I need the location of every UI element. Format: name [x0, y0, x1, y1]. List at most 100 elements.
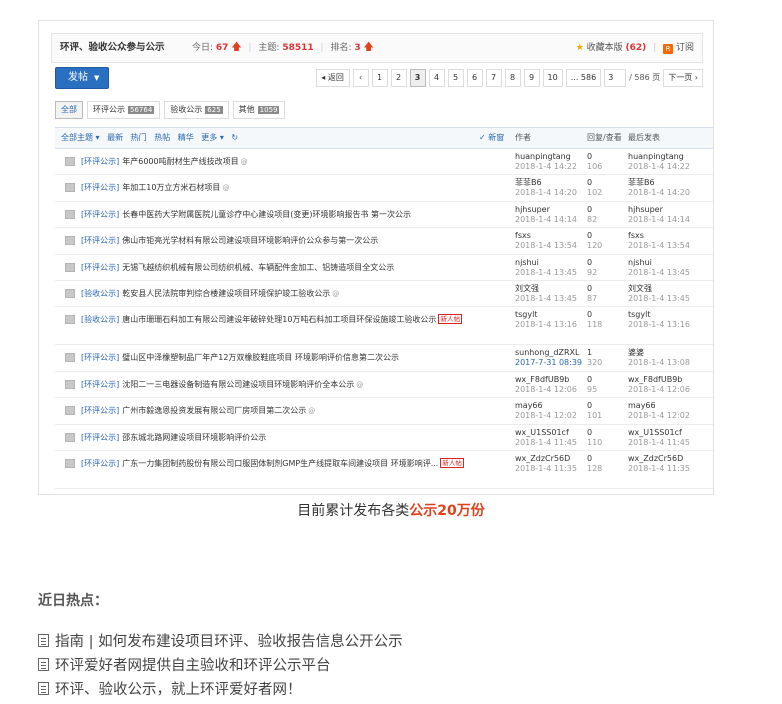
filter-all[interactable]: 全部 [55, 101, 83, 119]
author-name[interactable]: sunhong_dZRXL [515, 348, 582, 358]
sort-digest[interactable]: 精华 [178, 133, 194, 142]
author-name[interactable]: njshui [515, 258, 577, 268]
hot-link[interactable]: 环评、验收公示，就上环评爱好者网！ [38, 678, 403, 702]
page-link-current[interactable]: 3 [409, 69, 426, 87]
filter-eia-notice[interactable]: 环评公示 56764 [87, 101, 161, 119]
thread-category[interactable]: [环评公示] [81, 459, 119, 468]
thread-title[interactable]: 年产6000吨耐材生产线技改项目 [122, 157, 238, 166]
author-name[interactable]: 刘文强 [515, 284, 577, 294]
thread-title[interactable]: 邵东城北路网建设项目环境影响评价公示 [122, 433, 266, 442]
thread-category[interactable]: [环评公示] [81, 210, 119, 219]
author-name[interactable]: tsgylt [515, 310, 577, 320]
page-number-input[interactable]: 3 [604, 69, 627, 87]
last-post-date[interactable]: 2018-1-4 12:06 [628, 385, 690, 395]
thread-row[interactable]: [环评公示] 璧山区中泽橡塑制品厂年产12万双橡胶鞋底项目 环境影响评价信息第二次… [55, 345, 713, 372]
last-post-user[interactable]: may66 [628, 401, 690, 411]
author-name[interactable]: 菲菲B6 [515, 178, 577, 188]
refresh-icon[interactable]: ↻ [231, 133, 238, 142]
thread-category[interactable]: [环评公示] [81, 433, 119, 442]
page-link[interactable]: 7 [485, 69, 502, 87]
thread-row[interactable]: [环评公示] 邵东城北路网建设项目环境影响评价公示 wx_U1SS01cf 2018-… [55, 425, 713, 451]
author-name[interactable]: fsxs [515, 231, 577, 241]
hot-link[interactable]: 环评爱好者网提供自主验收和环评公示平台 [38, 654, 403, 678]
last-post-date[interactable]: 2018-1-4 14:20 [628, 188, 690, 198]
last-post-date[interactable]: 2018-1-4 11:35 [628, 464, 690, 474]
author-name[interactable]: wx_ZdzCr56D [515, 454, 577, 464]
page-link[interactable]: 8 [504, 69, 521, 87]
last-post-user[interactable]: tsgylt [628, 310, 690, 320]
last-post-date[interactable]: 2018-1-4 13:45 [628, 268, 690, 278]
prev-page-button[interactable]: ‹ [352, 69, 369, 87]
author-name[interactable]: wx_F8dfUB9b [515, 375, 577, 385]
thread-row[interactable]: [验收公示] 唐山市珊珊石料加工有限公司建设年破碎处理10万吨石料加工项目环保设施… [55, 307, 713, 346]
thread-title[interactable]: 长春中医药大学附属医院儿童诊疗中心建设项目(变更)环境影响报告书 第一次公示 [122, 210, 411, 219]
thread-row[interactable]: [验收公示] 乾安县人民法院审判综合楼建设项目环境保护竣工验收公示 @ 刘文强 2018… [55, 281, 713, 308]
sort-hot[interactable]: 热帖 [154, 133, 170, 142]
thread-category[interactable]: [环评公示] [81, 406, 119, 415]
author-name[interactable]: wx_U1SS01cf [515, 428, 577, 438]
thread-row[interactable]: [环评公示] 广东一力集团制药股份有限公司口服固体制剂GMP生产线提取车间建设项目… [55, 451, 713, 489]
page-link[interactable]: 9 [523, 69, 540, 87]
thread-category[interactable]: [环评公示] [81, 183, 119, 192]
back-button[interactable]: ◂ 返回 [315, 69, 350, 87]
last-post-date[interactable]: 2018-1-4 14:14 [628, 215, 690, 225]
thread-row[interactable]: [环评公示] 长春中医药大学附属医院儿童诊疗中心建设项目(变更)环境影响报告书 第… [55, 202, 713, 229]
filter-acceptance-notice[interactable]: 验收公示 625 [164, 101, 229, 119]
thread-title[interactable]: 年加工10万立方米石材项目 [122, 183, 220, 192]
last-post-user[interactable]: wx_F8dfUB9b [628, 375, 690, 385]
thread-category[interactable]: [环评公示] [81, 353, 119, 362]
thread-category[interactable]: [验收公示] [81, 315, 119, 324]
last-post-date[interactable]: 2018-1-4 13:54 [628, 241, 690, 251]
last-post-date[interactable]: 2018-1-4 14:22 [628, 162, 690, 172]
author-name[interactable]: huanpingtang [515, 152, 577, 162]
last-post-user[interactable]: njshui [628, 258, 690, 268]
last-post-user[interactable]: huanpingtang [628, 152, 690, 162]
thread-title[interactable]: 无锡飞越纺织机械有限公司纺织机械、车辆配件金加工、铝铸造项目全文公示 [122, 263, 394, 272]
thread-title[interactable]: 唐山市珊珊石料加工有限公司建设年破碎处理10万吨石料加工项目环保设施竣工验收公示 [122, 315, 436, 324]
page-link[interactable]: 1 [371, 69, 388, 87]
page-link[interactable]: 4 [428, 69, 445, 87]
sort-more[interactable]: 更多 ▾ [201, 133, 224, 142]
last-post-user[interactable]: hjhsuper [628, 205, 690, 215]
last-post-user[interactable]: wx_ZdzCr56D [628, 454, 690, 464]
thread-category[interactable]: [环评公示] [81, 157, 119, 166]
hot-link[interactable]: 指南 | 如何发布建设项目环评、验收报告信息公开公示 [38, 630, 403, 654]
thread-category[interactable]: [验收公示] [81, 289, 119, 298]
last-post-date[interactable]: 2018-1-4 13:16 [628, 320, 690, 330]
last-post-user[interactable]: wx_U1SS01cf [628, 428, 690, 438]
last-post-user[interactable]: 婆婆 [628, 348, 690, 358]
thread-row[interactable]: [环评公示] 广州市毅逸恩投资发展有限公司厂房项目第二次公示 @ may66 2018-… [55, 398, 713, 425]
sort-all-topics[interactable]: 全部主题 ▾ [61, 133, 100, 142]
new-post-button[interactable]: 发帖 ▼ [55, 67, 109, 89]
favorite-button[interactable]: 收藏本版 (62) [587, 43, 647, 53]
sort-popular[interactable]: 热门 [131, 133, 147, 142]
thread-title[interactable]: 广州市毅逸恩投资发展有限公司厂房项目第二次公示 [122, 406, 306, 415]
last-post-date[interactable]: 2018-1-4 13:45 [628, 294, 690, 304]
thread-title[interactable]: 广东一力集团制药股份有限公司口服固体制剂GMP生产线提取车间建设项目 环境影响评… [122, 459, 438, 468]
thread-row[interactable]: [环评公示] 年产6000吨耐材生产线技改项目 @ huanpingtang 2018-… [55, 149, 713, 176]
page-link[interactable]: 5 [447, 69, 464, 87]
next-page-button[interactable]: 下一页 › [663, 69, 703, 87]
thread-title[interactable]: 乾安县人民法院审判综合楼建设项目环境保护竣工验收公示 [122, 289, 330, 298]
page-link[interactable]: 10 [542, 69, 563, 87]
subscribe-button[interactable]: 订阅 [676, 43, 694, 53]
thread-category[interactable]: [环评公示] [81, 236, 119, 245]
last-post-date[interactable]: 2018-1-4 13:08 [628, 358, 690, 368]
thread-title[interactable]: 璧山区中泽橡塑制品厂年产12万双橡胶鞋底项目 环境影响评价信息第二次公示 [122, 353, 399, 362]
thread-category[interactable]: [环评公示] [81, 263, 119, 272]
thread-row[interactable]: [环评公示] 沈阳二一三电器设备制造有限公司建设项目环境影响评价全本公示 @ wx_F… [55, 372, 713, 399]
last-post-user[interactable]: fsxs [628, 231, 690, 241]
author-name[interactable]: hjhsuper [515, 205, 577, 215]
thread-row[interactable]: [环评公示] 无锡飞越纺织机械有限公司纺织机械、车辆配件金加工、铝铸造项目全文公示… [55, 255, 713, 281]
thread-title[interactable]: 沈阳二一三电器设备制造有限公司建设项目环境影响评价全本公示 [122, 380, 354, 389]
page-link[interactable]: 2 [390, 69, 407, 87]
last-post-date[interactable]: 2018-1-4 11:45 [628, 438, 690, 448]
sort-latest[interactable]: 最新 [107, 133, 123, 142]
author-name[interactable]: may66 [515, 401, 577, 411]
thread-title[interactable]: 佛山市钜亮光学材料有限公司建设项目环境影响评价公众参与第一次公示 [122, 236, 378, 245]
last-post-date[interactable]: 2018-1-4 12:02 [628, 411, 690, 421]
filter-other[interactable]: 其他 1059 [232, 101, 286, 119]
last-page-link[interactable]: ... 586 [565, 69, 602, 87]
thread-row[interactable]: [环评公示] 佛山市钜亮光学材料有限公司建设项目环境影响评价公众参与第一次公示 fs… [55, 228, 713, 255]
thread-category[interactable]: [环评公示] [81, 380, 119, 389]
